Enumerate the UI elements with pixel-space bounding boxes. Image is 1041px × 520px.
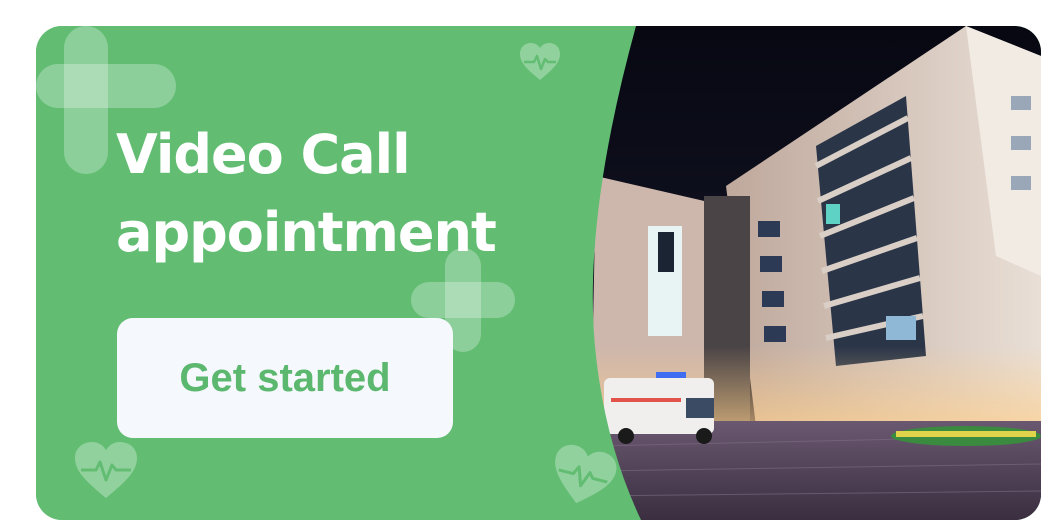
banner-title: Video Call appointment <box>116 123 497 264</box>
appointment-banner[interactable]: Video Call appointment Get started <box>36 26 1041 520</box>
get-started-button[interactable]: Get started <box>117 318 453 438</box>
green-panel <box>36 26 641 520</box>
heart-pulse-icon <box>520 43 560 80</box>
heart-pulse-icon <box>555 444 617 504</box>
heart-pulse-icon <box>75 442 137 498</box>
